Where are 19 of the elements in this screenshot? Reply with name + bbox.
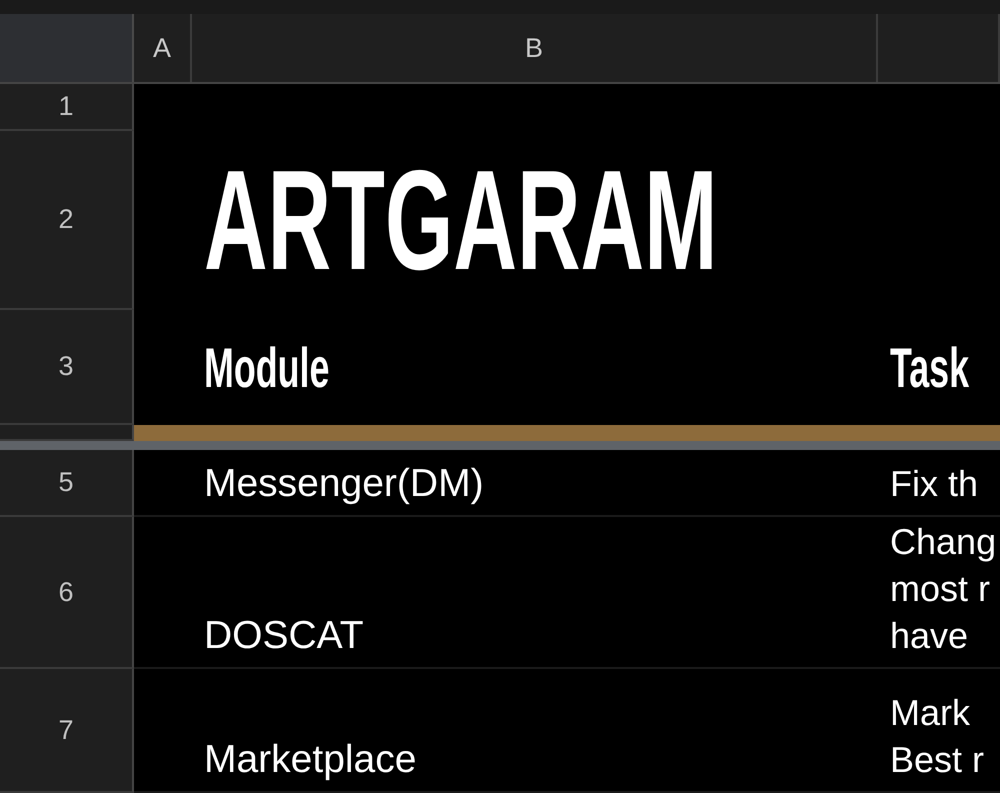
module-name: DOSCAT	[204, 613, 364, 659]
row-header[interactable]	[0, 425, 134, 441]
task-text: Mark Best r	[890, 691, 984, 782]
select-all-corner[interactable]	[0, 14, 134, 82]
column-header[interactable]: A	[134, 14, 192, 82]
row-header[interactable]: 1	[0, 84, 134, 131]
column-heading: Module	[204, 340, 330, 396]
module-name: Marketplace	[204, 737, 416, 783]
row-header[interactable]: 2	[0, 131, 134, 310]
module-name: Messenger(DM)	[204, 461, 484, 507]
sheet-title: ARTGARAM	[204, 150, 718, 292]
task-text: Chang most r have	[890, 520, 996, 658]
task-text: Fix th	[890, 462, 978, 506]
column-header[interactable]: B	[192, 14, 878, 82]
row-header[interactable]: 6	[0, 517, 134, 669]
column-heading: Task	[890, 340, 970, 396]
row-header[interactable]: 5	[0, 450, 134, 517]
row-header[interactable]: 7	[0, 669, 134, 793]
row-header[interactable]: 3	[0, 310, 134, 425]
